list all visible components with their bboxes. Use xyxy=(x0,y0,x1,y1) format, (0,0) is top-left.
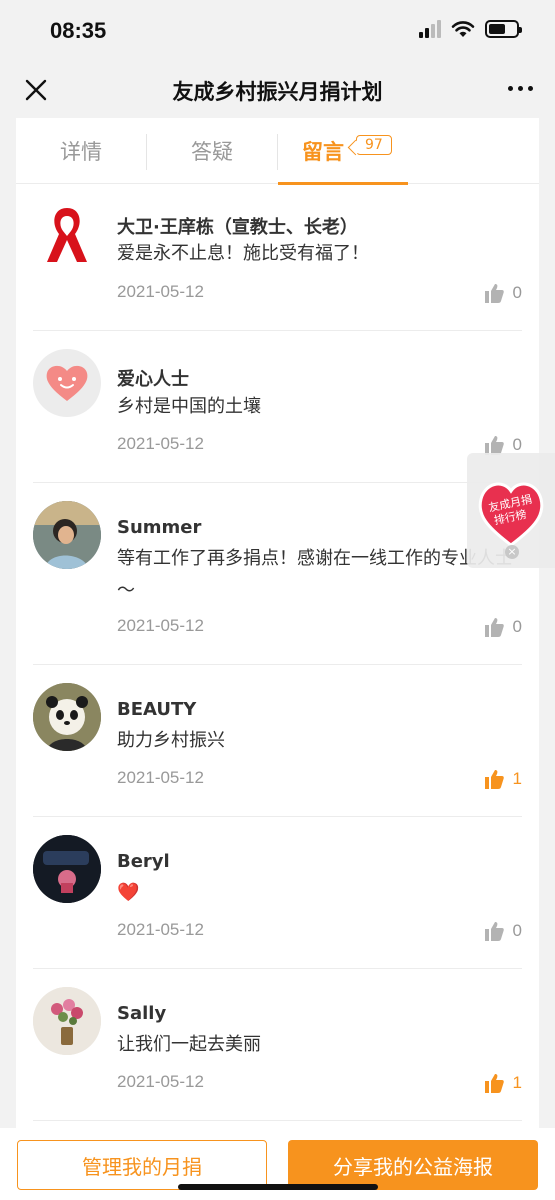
comment-item: 爱心人士 乡村是中国的土壤 2021-05-12 0 xyxy=(33,331,522,483)
comment-author: Summer xyxy=(117,517,202,538)
status-icons xyxy=(419,20,522,38)
comment-date: 2021-05-12 xyxy=(117,768,204,787)
home-indicator xyxy=(178,1184,378,1190)
avatar[interactable] xyxy=(33,987,101,1055)
comment-date: 2021-05-12 xyxy=(117,434,204,453)
like-button[interactable]: 1 xyxy=(483,1072,522,1094)
heart-badge-icon: 友成月捐 排行榜 xyxy=(478,482,544,547)
user-photo-icon xyxy=(33,501,101,569)
like-button[interactable]: 0 xyxy=(483,616,522,638)
red-ribbon-icon xyxy=(47,208,87,262)
like-button[interactable]: 1 xyxy=(483,768,522,790)
like-count: 0 xyxy=(512,435,522,454)
avatar[interactable] xyxy=(33,198,101,266)
page-title: 友成乡村振兴月捐计划 xyxy=(172,80,383,104)
flowers-icon xyxy=(33,987,101,1055)
tab-details-label: 详情 xyxy=(60,140,102,164)
more-icon[interactable] xyxy=(508,86,533,91)
comment-item: Sally 让我们一起去美丽 2021-05-12 1 xyxy=(33,969,522,1121)
comment-text: ❤️ xyxy=(117,882,140,903)
wifi-icon xyxy=(451,21,475,37)
user-photo-icon xyxy=(33,835,101,903)
like-button[interactable]: 0 xyxy=(483,282,522,304)
manage-donation-button[interactable]: 管理我的月捐 xyxy=(17,1140,267,1190)
comment-text: 爱是永不止息！施比受有福了！ xyxy=(117,243,369,264)
avatar[interactable] xyxy=(33,835,101,903)
share-poster-button[interactable]: 分享我的公益海报 xyxy=(288,1140,538,1190)
ranking-widget[interactable]: 友成月捐 排行榜 × xyxy=(467,453,555,568)
comment-text: 助力乡村振兴 xyxy=(117,730,225,751)
comment-author: 大卫·王庠栋（宣教士、长老） xyxy=(117,217,358,238)
panda-icon xyxy=(33,683,101,751)
status-time: 08:35 xyxy=(50,18,107,43)
comment-text: 等有工作了再多捐点！感谢在一线工作的专业人士～ xyxy=(117,548,513,601)
comment-date: 2021-05-12 xyxy=(117,282,204,301)
like-count: 1 xyxy=(512,769,522,788)
tab-details[interactable]: 详情 xyxy=(16,118,146,184)
tab-comments[interactable]: 留言 97 xyxy=(278,118,408,185)
tab-comments-label: 留言 xyxy=(302,140,344,164)
heart-icon xyxy=(46,365,88,401)
thumbs-up-icon xyxy=(484,618,504,637)
avatar[interactable] xyxy=(33,683,101,751)
status-bar: 08:35 xyxy=(0,0,555,62)
thumbs-up-icon xyxy=(484,770,504,789)
like-count: 0 xyxy=(512,921,522,940)
avatar[interactable] xyxy=(33,501,101,569)
battery-icon xyxy=(485,20,522,38)
comment-author: Sally xyxy=(117,1003,167,1024)
comment-author: BEAUTY xyxy=(117,699,197,720)
nav-bar: 友成乡村振兴月捐计划 xyxy=(0,62,555,118)
comment-text: 让我们一起去美丽 xyxy=(117,1034,261,1055)
like-button[interactable]: 0 xyxy=(483,920,522,942)
comment-author: 爱心人士 xyxy=(117,369,189,390)
like-count: 1 xyxy=(512,1073,522,1092)
signal-icon xyxy=(419,20,441,38)
comment-text: 乡村是中国的土壤 xyxy=(117,396,261,417)
thumbs-up-icon xyxy=(484,922,504,941)
thumbs-up-icon xyxy=(484,1074,504,1093)
comment-count-badge: 97 xyxy=(356,135,392,155)
like-count: 0 xyxy=(512,283,522,302)
comment-item: 大卫·王庠栋（宣教士、长老） 爱是永不止息！施比受有福了！ 2021-05-12… xyxy=(33,198,522,331)
comment-item: BEAUTY 助力乡村振兴 2021-05-12 1 xyxy=(33,665,522,817)
comment-date: 2021-05-12 xyxy=(117,616,204,635)
avatar[interactable] xyxy=(33,349,101,417)
comment-date: 2021-05-12 xyxy=(117,1072,204,1091)
tab-bar: 详情 答疑 留言 97 xyxy=(16,118,539,185)
comment-date: 2021-05-12 xyxy=(117,920,204,939)
comment-author: Beryl xyxy=(117,851,170,872)
comment-item: Beryl ❤️ 2021-05-12 0 xyxy=(33,817,522,969)
comment-item: Summer 等有工作了再多捐点！感谢在一线工作的专业人士～ 2021-05-1… xyxy=(33,483,522,665)
main-content: 详情 答疑 留言 97 大卫·王庠栋（宣教士、长老） 爱是永不止息！施比受有福了… xyxy=(16,118,539,1128)
tab-faq[interactable]: 答疑 xyxy=(147,118,277,184)
thumbs-up-icon xyxy=(484,284,504,303)
tab-faq-label: 答疑 xyxy=(191,140,233,164)
like-count: 0 xyxy=(512,617,522,636)
widget-close-icon[interactable]: × xyxy=(505,545,519,559)
